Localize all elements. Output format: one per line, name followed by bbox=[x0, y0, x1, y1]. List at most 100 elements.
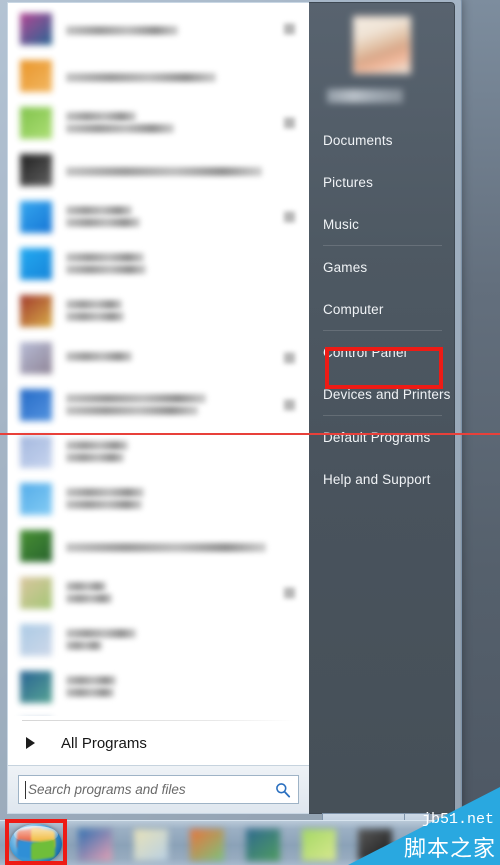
blurred-text bbox=[66, 312, 124, 321]
program-label bbox=[66, 206, 309, 227]
program-icon bbox=[20, 482, 52, 515]
menu-item-default-programs[interactable]: Default Programs bbox=[309, 416, 454, 458]
jump-list-arrow-icon[interactable] bbox=[284, 352, 295, 363]
username-label bbox=[327, 89, 403, 103]
watermark-site-name: 脚本之家 bbox=[403, 837, 496, 862]
blurred-text bbox=[66, 594, 112, 603]
taskbar-button[interactable] bbox=[134, 829, 168, 861]
text-caret bbox=[25, 781, 26, 799]
blurred-text bbox=[66, 582, 106, 591]
program-icon bbox=[20, 247, 52, 280]
right-panel-items: Documents Pictures Music Games Computer Contr… bbox=[309, 119, 454, 500]
jump-list-arrow-icon[interactable] bbox=[284, 117, 295, 128]
all-programs-button[interactable]: All Programs bbox=[8, 721, 309, 765]
blurred-text bbox=[66, 453, 124, 462]
menu-item-games[interactable]: Games bbox=[309, 246, 454, 288]
program-icon bbox=[20, 435, 52, 468]
pinned-program-item[interactable] bbox=[8, 52, 309, 99]
all-programs-label: All Programs bbox=[61, 734, 147, 752]
blurred-text bbox=[66, 406, 198, 415]
menu-item-label: Devices and Printers bbox=[323, 386, 451, 402]
pinned-program-item[interactable] bbox=[8, 287, 309, 334]
program-label bbox=[66, 300, 309, 321]
menu-item-label: Help and Support bbox=[323, 471, 431, 487]
menu-item-computer[interactable]: Computer bbox=[309, 288, 454, 330]
blurred-text bbox=[66, 166, 262, 176]
watermark: jb51.net 脚本之家 bbox=[348, 787, 500, 865]
taskbar-button[interactable] bbox=[302, 829, 336, 861]
program-icon bbox=[20, 529, 52, 562]
program-label bbox=[66, 441, 309, 462]
jump-list-arrow-icon[interactable] bbox=[284, 399, 295, 410]
pinned-program-item[interactable] bbox=[8, 240, 309, 287]
program-icon bbox=[20, 153, 52, 186]
pinned-program-item[interactable] bbox=[8, 522, 309, 569]
menu-item-label: Default Programs bbox=[323, 429, 431, 445]
pinned-program-item[interactable] bbox=[8, 569, 309, 616]
taskbar-button[interactable] bbox=[78, 829, 112, 861]
menu-item-label: Pictures bbox=[323, 174, 373, 190]
blurred-text bbox=[66, 72, 216, 82]
program-icon bbox=[20, 59, 52, 92]
taskbar-button[interactable] bbox=[246, 829, 280, 861]
search-icon[interactable] bbox=[275, 782, 291, 798]
blurred-text bbox=[66, 265, 146, 274]
blurred-text bbox=[66, 300, 122, 309]
start-menu: All Programs Search programs and files D… bbox=[0, 0, 462, 821]
program-label bbox=[66, 488, 309, 509]
menu-item-music[interactable]: Music bbox=[309, 203, 454, 245]
pinned-program-item[interactable] bbox=[8, 475, 309, 522]
pinned-program-item[interactable] bbox=[8, 146, 309, 193]
blurred-text bbox=[66, 641, 102, 650]
menu-item-help-and-support[interactable]: Help and Support bbox=[309, 458, 454, 500]
blurred-text bbox=[66, 542, 266, 552]
avatar[interactable] bbox=[352, 16, 411, 74]
program-label bbox=[66, 582, 309, 603]
watermark-url: jb51.net bbox=[421, 811, 494, 828]
blurred-text bbox=[66, 676, 116, 685]
program-icon bbox=[20, 388, 52, 421]
blurred-text bbox=[66, 441, 128, 450]
pinned-program-item[interactable] bbox=[8, 334, 309, 381]
program-icon bbox=[20, 670, 52, 703]
pinned-program-item[interactable] bbox=[8, 616, 309, 663]
menu-item-pictures[interactable]: Pictures bbox=[309, 161, 454, 203]
taskbar-button[interactable] bbox=[190, 829, 224, 861]
jump-list-arrow-icon[interactable] bbox=[284, 211, 295, 222]
menu-item-control-panel[interactable]: Control Panel bbox=[309, 331, 454, 373]
search-placeholder: Search programs and files bbox=[28, 782, 186, 797]
program-icon bbox=[20, 623, 52, 656]
program-label bbox=[66, 540, 309, 552]
start-button[interactable] bbox=[10, 824, 62, 864]
menu-item-label: Games bbox=[323, 259, 368, 275]
menu-item-label: Documents bbox=[323, 132, 393, 148]
pinned-program-item[interactable] bbox=[8, 381, 309, 428]
start-menu-right-panel: Documents Pictures Music Games Computer Contr… bbox=[309, 2, 455, 814]
pinned-program-item[interactable] bbox=[8, 99, 309, 146]
program-label bbox=[66, 112, 309, 133]
search-input[interactable]: Search programs and files bbox=[18, 775, 299, 804]
start-menu-left-panel: All Programs Search programs and files bbox=[7, 2, 309, 814]
program-label bbox=[66, 70, 309, 82]
blurred-text bbox=[66, 394, 206, 403]
program-icon bbox=[20, 294, 52, 327]
blurred-text bbox=[66, 25, 178, 35]
pinned-program-item[interactable] bbox=[8, 710, 309, 716]
pinned-program-item[interactable] bbox=[8, 428, 309, 475]
program-label bbox=[66, 351, 309, 364]
user-avatar-container[interactable] bbox=[309, 3, 454, 83]
menu-item-documents[interactable]: Documents bbox=[309, 119, 454, 161]
menu-item-label: Computer bbox=[323, 301, 384, 317]
chevron-right-icon bbox=[26, 737, 35, 749]
menu-item-devices-and-printers[interactable]: Devices and Printers bbox=[309, 373, 454, 415]
pinned-program-item[interactable] bbox=[8, 5, 309, 52]
jump-list-arrow-icon[interactable] bbox=[284, 23, 295, 34]
blurred-text bbox=[66, 206, 132, 215]
jump-list-arrow-icon[interactable] bbox=[284, 587, 295, 598]
program-label bbox=[66, 164, 309, 176]
pinned-programs-list[interactable] bbox=[8, 3, 309, 716]
pinned-program-item[interactable] bbox=[8, 663, 309, 710]
blurred-text bbox=[66, 488, 144, 497]
pinned-program-item[interactable] bbox=[8, 193, 309, 240]
blurred-text bbox=[66, 351, 132, 361]
